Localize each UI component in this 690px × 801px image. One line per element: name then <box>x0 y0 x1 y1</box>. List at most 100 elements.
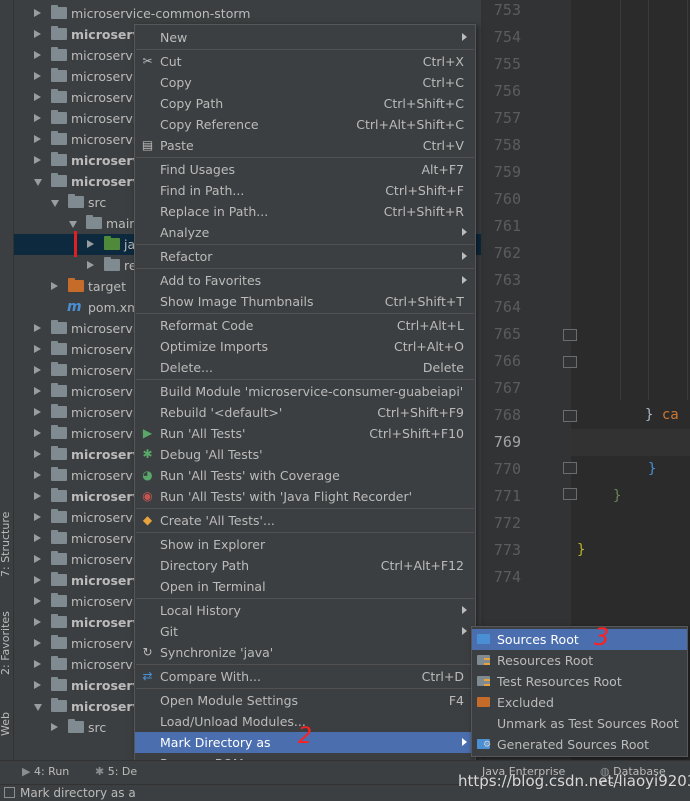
line-number: 754 <box>493 28 521 46</box>
compare-icon: ⇄ <box>142 669 153 683</box>
menu-item-copy[interactable]: Copy Ctrl+C <box>135 72 475 93</box>
debug-tab[interactable]: ✱ 5: De <box>95 765 137 778</box>
menu-item-open-in-terminal[interactable]: Open in Terminal <box>135 576 475 597</box>
collapsed-arrow-icon[interactable] <box>34 618 41 626</box>
collapsed-arrow-icon[interactable] <box>34 93 41 101</box>
collapsed-arrow-icon[interactable] <box>34 660 41 668</box>
web-tab[interactable]: Web <box>0 712 12 736</box>
collapsed-arrow-icon[interactable] <box>34 366 41 374</box>
collapsed-arrow-icon[interactable] <box>34 156 41 164</box>
collapsed-arrow-icon[interactable] <box>34 345 41 353</box>
menu-item-git[interactable]: Git <box>135 621 475 642</box>
menu-item-local-history[interactable]: Local History <box>135 600 475 621</box>
collapsed-arrow-icon[interactable] <box>34 534 41 542</box>
menu-item-new[interactable]: New <box>135 27 475 48</box>
collapsed-arrow-icon[interactable] <box>34 639 41 647</box>
submenu-item-unmark-as-test-sources-root[interactable]: Unmark as Test Sources Root <box>472 713 687 734</box>
collapsed-arrow-icon[interactable] <box>34 408 41 416</box>
submenu-item-sources-root[interactable]: Sources Root <box>472 629 687 650</box>
menu-item-copy-path[interactable]: Copy Path Ctrl+Shift+C <box>135 93 475 114</box>
menu-item-compare-with[interactable]: ⇄ Compare With... Ctrl+D <box>135 666 475 687</box>
menu-item-paste[interactable]: ▤ Paste Ctrl+V <box>135 135 475 156</box>
fold-marker-icon[interactable] <box>563 462 577 474</box>
collapsed-arrow-icon[interactable] <box>34 492 41 500</box>
menu-item-create-all-tests[interactable]: ◆ Create 'All Tests'... <box>135 510 475 531</box>
collapsed-arrow-icon[interactable] <box>34 597 41 605</box>
menu-item-debug-all-tests[interactable]: ✱ Debug 'All Tests' <box>135 444 475 465</box>
menu-item-open-module-settings[interactable]: Open Module Settings F4 <box>135 690 475 711</box>
submenu-arrow-icon <box>462 33 467 41</box>
line-number: 769 <box>493 433 521 451</box>
menu-item-analyze[interactable]: Analyze <box>135 222 475 243</box>
submenu-item-test-resources-root[interactable]: Test Resources Root <box>472 671 687 692</box>
menu-item-show-in-explorer[interactable]: Show in Explorer <box>135 534 475 555</box>
menu-item-directory-path[interactable]: Directory Path Ctrl+Alt+F12 <box>135 555 475 576</box>
structure-tab[interactable]: 7: Structure <box>0 512 12 577</box>
collapsed-arrow-icon[interactable] <box>87 240 94 248</box>
menu-item-refactor[interactable]: Refactor <box>135 246 475 267</box>
expanded-arrow-icon[interactable] <box>69 221 77 228</box>
menu-item-synchronize-java[interactable]: ↻ Synchronize 'java' <box>135 642 475 663</box>
menu-separator <box>136 157 474 158</box>
menu-item-copy-reference[interactable]: Copy Reference Ctrl+Alt+Shift+C <box>135 114 475 135</box>
collapsed-arrow-icon[interactable] <box>34 471 41 479</box>
collapsed-arrow-icon[interactable] <box>34 387 41 395</box>
status-toggle-icon[interactable] <box>4 787 15 798</box>
menu-item-delete[interactable]: Delete... Delete <box>135 357 475 378</box>
submenu-arrow-icon <box>462 252 467 260</box>
fold-marker-icon[interactable] <box>563 410 577 422</box>
submenu-item-generated-sources-root[interactable]: ⚙ Generated Sources Root <box>472 734 687 755</box>
folder-icon <box>51 383 67 397</box>
collapsed-arrow-icon[interactable] <box>34 114 41 122</box>
menu-item-shortcut: Ctrl+Alt+L <box>396 318 464 333</box>
collapsed-arrow-icon[interactable] <box>51 282 58 290</box>
collapsed-arrow-icon[interactable] <box>34 450 41 458</box>
collapsed-arrow-icon[interactable] <box>34 72 41 80</box>
collapsed-arrow-icon[interactable] <box>34 555 41 563</box>
menu-item-run-all-tests-with-java-flight-recorder[interactable]: ◉ Run 'All Tests' with 'Java Flight Recor… <box>135 486 475 507</box>
collapsed-arrow-icon[interactable] <box>87 261 94 269</box>
folder-icon <box>51 131 67 145</box>
menu-item-build-module-microservice-consumer-guabeiapi[interactable]: Build Module 'microservice-consumer-guab… <box>135 381 475 402</box>
collapsed-arrow-icon[interactable] <box>34 30 41 38</box>
collapsed-arrow-icon[interactable] <box>34 513 41 521</box>
annotation-number-2: 2 <box>298 724 312 749</box>
menu-item-run-all-tests[interactable]: ▶ Run 'All Tests' Ctrl+Shift+F10 <box>135 423 475 444</box>
submenu-item-excluded[interactable]: Excluded <box>472 692 687 713</box>
menu-item-reformat-code[interactable]: Reformat Code Ctrl+Alt+L <box>135 315 475 336</box>
run-tab[interactable]: ▶ 4: Run <box>22 765 69 778</box>
collapsed-arrow-icon[interactable] <box>34 576 41 584</box>
fold-marker-icon[interactable] <box>563 488 577 500</box>
submenu-item-resources-root[interactable]: Resources Root <box>472 650 687 671</box>
menu-item-run-all-tests-with-coverage[interactable]: ◕ Run 'All Tests' with Coverage <box>135 465 475 486</box>
folder-icon <box>68 194 84 208</box>
collapsed-arrow-icon[interactable] <box>34 429 41 437</box>
tree-row[interactable]: microservice-common-storm <box>14 3 481 24</box>
menu-item-rebuild-default[interactable]: Rebuild '<default>' Ctrl+Shift+F9 <box>135 402 475 423</box>
fold-marker-icon[interactable] <box>563 356 577 368</box>
fold-marker-icon[interactable] <box>563 329 577 341</box>
tree-item-label: microservic <box>71 426 144 441</box>
menu-item-label: Build Module 'microservice-consumer-guab… <box>160 384 464 399</box>
collapsed-arrow-icon[interactable] <box>34 324 41 332</box>
collapsed-arrow-icon[interactable] <box>34 9 41 17</box>
menu-item-add-to-favorites[interactable]: Add to Favorites <box>135 270 475 291</box>
collapsed-arrow-icon[interactable] <box>34 135 41 143</box>
expanded-arrow-icon[interactable] <box>34 704 42 711</box>
menu-item-find-in-path[interactable]: Find in Path... Ctrl+Shift+F <box>135 180 475 201</box>
menu-item-show-image-thumbnails[interactable]: Show Image Thumbnails Ctrl+Shift+T <box>135 291 475 312</box>
line-number: 771 <box>493 487 521 505</box>
favorites-tab[interactable]: 2: Favorites <box>0 611 12 675</box>
menu-item-shortcut: Alt+F7 <box>421 162 464 177</box>
menu-item-optimize-imports[interactable]: Optimize Imports Ctrl+Alt+O <box>135 336 475 357</box>
expanded-arrow-icon[interactable] <box>51 200 59 207</box>
collapsed-arrow-icon[interactable] <box>34 51 41 59</box>
folder-icon <box>104 236 120 250</box>
expanded-arrow-icon[interactable] <box>34 179 42 186</box>
tree-item-label: src <box>88 720 107 735</box>
menu-item-cut[interactable]: ✂ Cut Ctrl+X <box>135 51 475 72</box>
collapsed-arrow-icon[interactable] <box>34 681 41 689</box>
collapsed-arrow-icon[interactable] <box>51 723 58 731</box>
menu-item-replace-in-path[interactable]: Replace in Path... Ctrl+Shift+R <box>135 201 475 222</box>
menu-item-find-usages[interactable]: Find Usages Alt+F7 <box>135 159 475 180</box>
